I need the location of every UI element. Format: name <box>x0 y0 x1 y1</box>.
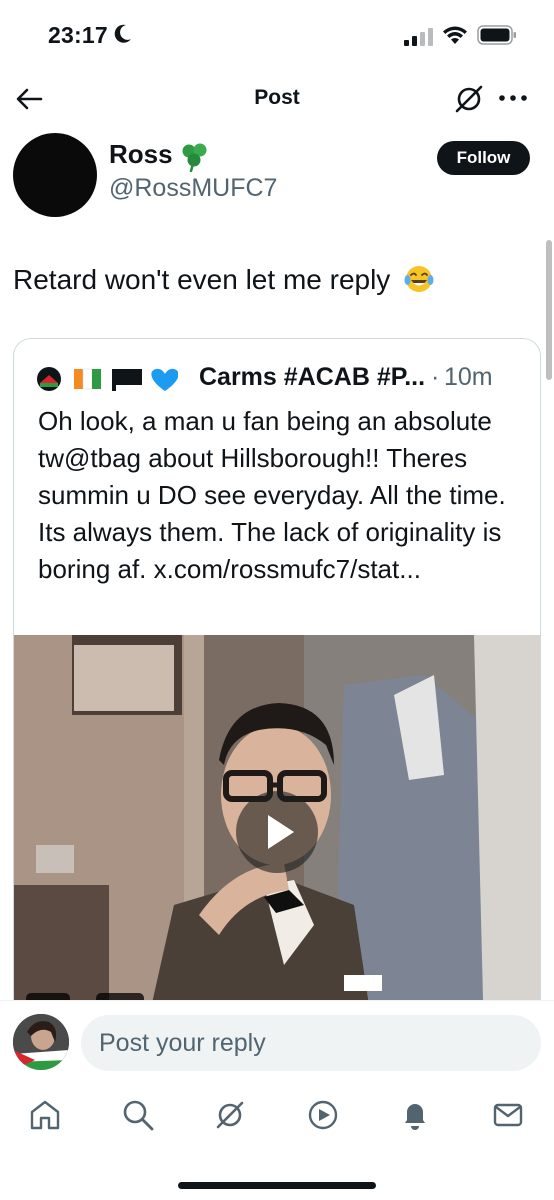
grok-icon[interactable] <box>452 82 486 116</box>
post-text-content: Retard won't even let me reply <box>13 264 391 295</box>
scrollbar[interactable] <box>546 240 552 380</box>
quoted-post-card[interactable]: Carms #ACAB #P... · 10m Oh look, a man u… <box>13 338 541 1038</box>
shamrock-icon <box>182 143 207 172</box>
moon-icon <box>114 24 131 43</box>
home-indicator <box>178 1182 376 1189</box>
post-text: Retard won't even let me reply <box>13 264 434 296</box>
quoted-post-header: Carms #ACAB #P... · 10m <box>36 361 536 395</box>
search-icon[interactable] <box>121 1098 155 1132</box>
home-icon[interactable] <box>28 1098 62 1132</box>
user-avatar[interactable] <box>13 1014 69 1070</box>
play-button[interactable] <box>236 791 318 873</box>
tears-of-joy-emoji-icon <box>404 266 434 292</box>
post-header: Post <box>0 70 554 128</box>
author-handle[interactable]: @RossMUFC7 <box>109 174 277 203</box>
battery-icon <box>477 25 516 45</box>
quoted-post-text: Oh look, a man u fan being an absolute t… <box>38 406 506 584</box>
play-icon <box>268 815 294 849</box>
profile-emoji-flags-icon <box>37 367 178 391</box>
notifications-icon[interactable] <box>398 1098 432 1132</box>
separator-dot: · <box>431 363 440 391</box>
author-name[interactable]: Ross <box>109 139 173 170</box>
quoted-author-name[interactable]: Carms #ACAB #P... <box>199 363 425 392</box>
status-time: 23:17 <box>48 22 108 48</box>
author-avatar[interactable] <box>13 133 97 217</box>
quoted-timestamp: 10m <box>444 363 493 391</box>
messages-icon[interactable] <box>491 1098 525 1132</box>
reply-input[interactable] <box>81 1015 541 1071</box>
grok-tab-icon[interactable] <box>213 1098 247 1132</box>
cellular-signal-icon <box>404 28 433 46</box>
more-options-icon[interactable] <box>496 88 530 108</box>
wifi-icon <box>443 26 467 44</box>
status-bar: 23:17 <box>0 0 554 70</box>
gif-media[interactable]: GIF ALT <box>14 635 540 1037</box>
reply-bar <box>0 1000 554 1082</box>
video-icon[interactable] <box>306 1098 340 1132</box>
user-avatar-image <box>13 1014 69 1070</box>
follow-button[interactable]: Follow <box>437 141 530 175</box>
